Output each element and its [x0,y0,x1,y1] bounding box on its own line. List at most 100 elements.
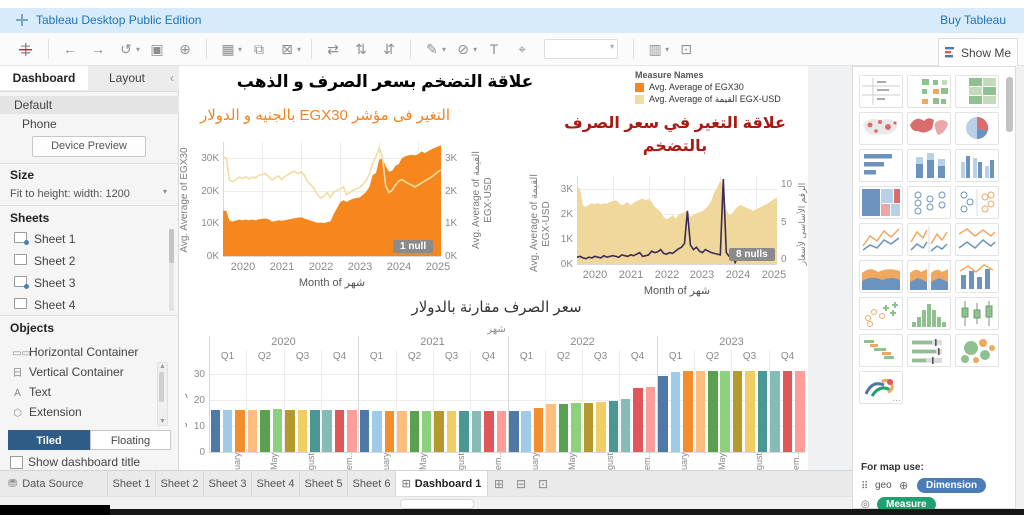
showme-gantt[interactable] [859,334,903,367]
new-dashboard-tab-icon[interactable]: ⊟ [510,471,532,497]
bar[interactable] [372,410,382,452]
sheets-scrollbar[interactable] [169,229,174,311]
showme-pie-chart[interactable] [955,112,999,145]
bar[interactable] [421,411,432,452]
quarter-header[interactable]: Q1 [209,351,246,362]
sidebar-sheet-item[interactable]: Sheet 3 [14,273,164,294]
tab-layout[interactable]: Layout [89,66,165,90]
horizontal-scrollbar[interactable] [0,496,852,510]
replay-icon-caret[interactable]: ▾ [136,45,140,54]
highlighter-icon-caret[interactable]: ▾ [442,45,446,54]
exchange-rate-bar-chart[interactable]: سعر الصرف مقارنة بالدولار شهر Average of ا… [185,298,808,470]
object-item-text[interactable]: A Text [12,382,152,402]
size-dropdown-caret-icon[interactable]: ▾ [163,187,167,196]
quarter-header[interactable]: Q2 [396,351,433,362]
new-story-tab-icon[interactable]: ⊡ [532,471,554,497]
sheet-tab-sheet-2[interactable]: Sheet 2 [156,471,204,497]
showme-heat-map[interactable] [907,75,951,108]
replay-icon[interactable]: ↺ [119,41,133,58]
bar[interactable] [272,409,283,452]
show-me-button[interactable]: Show Me [938,38,1018,66]
sheet-tab-sheet-3[interactable]: Sheet 3 [204,471,252,497]
bar[interactable] [247,410,258,452]
objects-scrollbar[interactable]: ▲ ▼ [157,362,168,426]
bar[interactable] [384,410,395,452]
bar[interactable] [397,411,407,452]
bar[interactable] [745,371,755,452]
year-header[interactable]: 2022 [508,336,657,348]
bar[interactable] [409,411,419,452]
bar[interactable] [795,371,805,452]
showme-scatter-plot[interactable] [859,297,903,330]
bar[interactable] [558,403,569,452]
device-preview-button[interactable]: Device Preview [32,136,146,157]
bar[interactable] [359,410,370,452]
quarter-header[interactable]: Q4 [321,351,358,362]
bar[interactable] [770,371,780,452]
quarter-header[interactable]: Q3 [284,351,321,362]
tab-dashboard[interactable]: Dashboard [0,66,88,90]
year-header[interactable]: 2020 [209,336,358,348]
bar[interactable] [583,402,594,452]
presentation-mode-icon[interactable]: ⊡ [679,41,693,58]
bar[interactable] [210,410,220,452]
showme-viz-extension[interactable]: … [859,371,903,404]
showme-area-continuous[interactable] [859,260,903,293]
duplicate-sheet-icon[interactable]: ⧉ [252,41,266,58]
bar[interactable] [297,410,308,452]
fix-axes-icon[interactable]: ⌖ [515,41,529,58]
collapse-pane-icon[interactable]: ‹ [165,66,179,90]
showme-bullet-graph[interactable] [907,334,951,367]
showme-packed-bubbles[interactable] [955,334,999,367]
bar[interactable] [695,371,706,452]
bar[interactable] [347,410,357,452]
sheet-tab-sheet-6[interactable]: Sheet 6 [348,471,396,497]
save-icon[interactable]: ▣ [150,41,164,58]
sidebar-sheet-item[interactable]: Sheet 2 [14,251,164,272]
cell-size-icon[interactable]: ▥ [648,41,662,58]
quarter-header[interactable]: Q2 [246,351,283,362]
bar[interactable] [310,410,320,452]
format-icon-caret[interactable]: ▾ [473,45,477,54]
sheet-tab-dashboard-1[interactable]: ⊞ Dashboard 1 [396,471,488,497]
showme-stacked-bars[interactable] [907,149,951,182]
null-indicator-badge[interactable]: 1 null [393,240,434,253]
bar[interactable] [645,387,656,452]
quarter-header[interactable]: Q2 [545,351,582,362]
showme-box-and-whisker[interactable] [955,297,999,330]
showme-horizontal-bars[interactable] [859,149,903,182]
buy-tableau-link[interactable]: Buy Tableau [940,13,1006,27]
bar[interactable] [720,371,730,452]
bar[interactable] [496,411,507,452]
fit-select[interactable] [544,39,619,59]
year-header[interactable]: 2023 [657,336,806,348]
tiled-button[interactable]: Tiled [8,430,90,450]
device-default-item[interactable]: Default [0,96,179,114]
showme-dual-lines[interactable] [955,223,999,256]
bar[interactable] [322,410,332,452]
size-dropdown[interactable]: Fit to height: width: 1200 [0,185,179,203]
bar[interactable] [434,411,444,452]
showme-filled-map[interactable] [907,112,951,145]
highlighter-icon[interactable]: ✎ [425,41,439,58]
bar[interactable] [260,410,270,452]
dashboard-canvas[interactable]: علاقة التضخم بسعر الصرف و الذهب Measure … [180,66,808,470]
showme-side-by-side-circles[interactable] [955,186,999,219]
bar[interactable] [484,411,494,452]
showme-text-table[interactable] [859,75,903,108]
sidebar-sheet-item[interactable]: Sheet 1 [14,229,164,250]
bar[interactable] [533,407,544,452]
bar[interactable] [546,403,556,452]
scrollbar-thumb[interactable] [400,499,474,509]
bar[interactable] [571,403,581,452]
bar[interactable] [708,371,718,452]
object-item-horizontal-container[interactable]: ▭▭Horizontal Container [12,342,152,362]
show-dashboard-title-checkbox[interactable] [10,456,23,469]
sheet-tab-data-source[interactable]: ⛃ Data Source [0,471,108,497]
bar[interactable] [285,409,295,452]
showme-line-discrete[interactable] [907,223,951,256]
quarter-header[interactable]: Q1 [508,351,545,362]
bar[interactable] [683,371,693,452]
quarter-header[interactable]: Q3 [433,351,470,362]
floating-button[interactable]: Floating [90,430,171,450]
